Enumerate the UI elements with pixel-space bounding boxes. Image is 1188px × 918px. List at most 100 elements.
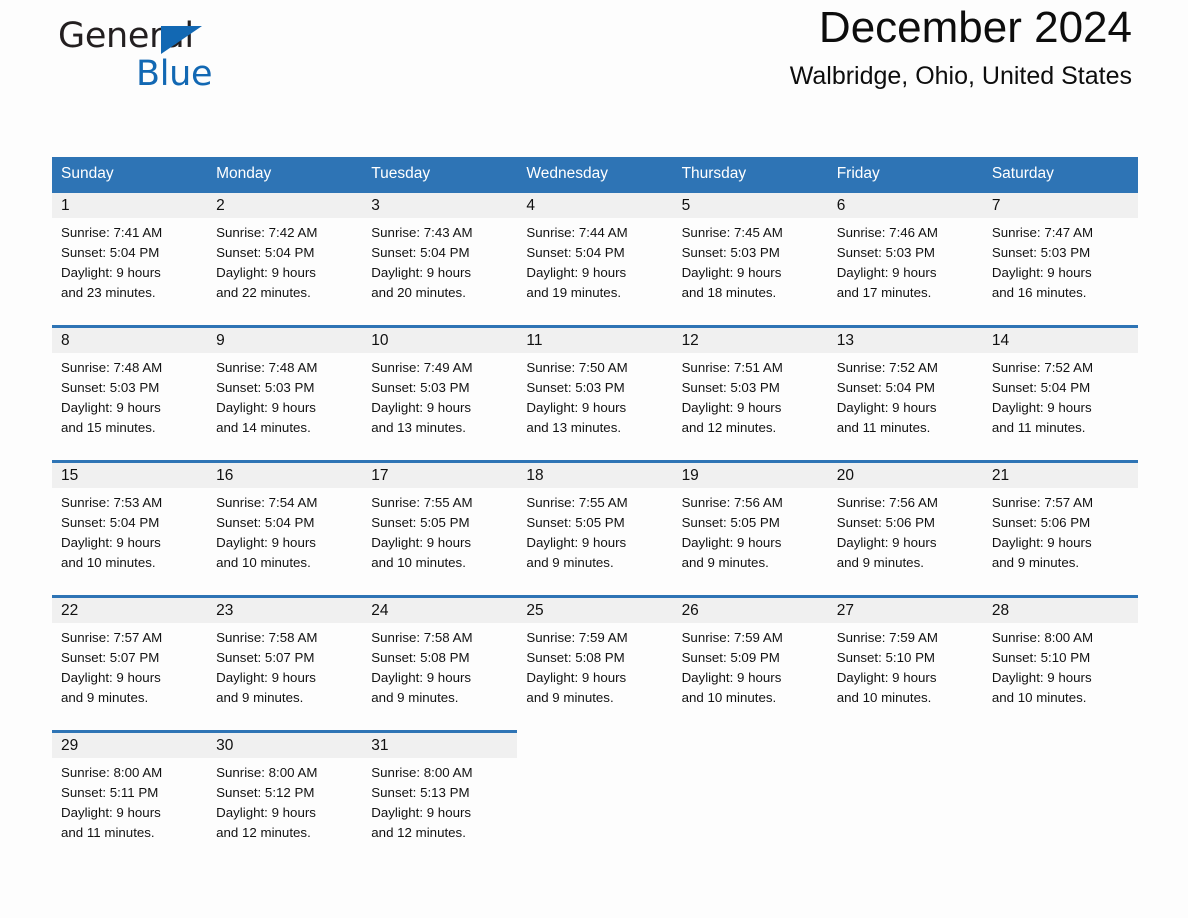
sunset-text: Sunset: 5:09 PM: [681, 650, 780, 665]
sunset-text: Sunset: 5:04 PM: [526, 245, 625, 260]
sunset-text: Sunset: 5:06 PM: [991, 515, 1091, 530]
day-details: Sunrise: 7:55 AM Sunset: 5:05 PM Dayligh…: [362, 488, 517, 573]
sunrise-text: Sunrise: 7:59 AM: [681, 630, 783, 645]
sunrise-text: Sunrise: 7:46 AM: [836, 225, 938, 240]
day-cell[interactable]: 8 Sunrise: 7:48 AM Sunset: 5:03 PM Dayli…: [52, 325, 208, 460]
day-details: Sunrise: 7:58 AM Sunset: 5:07 PM Dayligh…: [207, 623, 362, 708]
daylight-text-line2: and 10 minutes.: [216, 555, 311, 570]
day-cell[interactable]: 5 Sunrise: 7:45 AM Sunset: 5:03 PM Dayli…: [672, 190, 828, 325]
day-cell[interactable]: 24 Sunrise: 7:58 AM Sunset: 5:08 PM Dayl…: [362, 595, 518, 730]
calendar-week-row: 8 Sunrise: 7:48 AM Sunset: 5:03 PM Dayli…: [52, 325, 1138, 460]
general-blue-logo[interactable]: General Blue: [58, 16, 358, 102]
day-number: 7: [982, 193, 1138, 218]
sunset-text: Sunset: 5:10 PM: [836, 650, 936, 665]
day-cell[interactable]: 9 Sunrise: 7:48 AM Sunset: 5:03 PM Dayli…: [207, 325, 363, 460]
day-cell[interactable]: 23 Sunrise: 7:58 AM Sunset: 5:07 PM Dayl…: [207, 595, 363, 730]
day-cell[interactable]: 22 Sunrise: 7:57 AM Sunset: 5:07 PM Dayl…: [52, 595, 208, 730]
day-details: Sunrise: 7:41 AM Sunset: 5:04 PM Dayligh…: [52, 218, 207, 303]
sunrise-text: Sunrise: 8:00 AM: [216, 765, 318, 780]
sunrise-text: Sunrise: 7:57 AM: [61, 630, 163, 645]
day-number: 9: [207, 328, 363, 353]
day-cell[interactable]: 30 Sunrise: 8:00 AM Sunset: 5:12 PM Dayl…: [207, 730, 363, 865]
weekday-header-monday: Monday: [216, 165, 272, 182]
sunrise-text: Sunrise: 7:48 AM: [216, 360, 318, 375]
day-cell[interactable]: 19 Sunrise: 7:56 AM Sunset: 5:05 PM Dayl…: [672, 460, 828, 595]
day-cell[interactable]: 29 Sunrise: 8:00 AM Sunset: 5:11 PM Dayl…: [52, 730, 208, 865]
day-cell[interactable]: 7 Sunrise: 7:47 AM Sunset: 5:03 PM Dayli…: [982, 190, 1138, 325]
sunset-text: Sunset: 5:13 PM: [371, 785, 470, 800]
sunrise-text: Sunrise: 7:49 AM: [371, 360, 473, 375]
daylight-text-line2: and 10 minutes.: [61, 555, 156, 570]
day-details: Sunrise: 8:00 AM Sunset: 5:12 PM Dayligh…: [207, 758, 362, 843]
calendar-week-row: 29 Sunrise: 8:00 AM Sunset: 5:11 PM Dayl…: [52, 730, 1138, 865]
day-cell[interactable]: 28 Sunrise: 8:00 AM Sunset: 5:10 PM Dayl…: [982, 595, 1138, 730]
sunset-text: Sunset: 5:04 PM: [61, 245, 160, 260]
day-cell[interactable]: 20 Sunrise: 7:56 AM Sunset: 5:06 PM Dayl…: [827, 460, 983, 595]
calendar-week-row: 22 Sunrise: 7:57 AM Sunset: 5:07 PM Dayl…: [52, 595, 1138, 730]
sunset-text: Sunset: 5:03 PM: [991, 245, 1091, 260]
sunrise-text: Sunrise: 7:56 AM: [681, 495, 783, 510]
day-cell[interactable]: 1 Sunrise: 7:41 AM Sunset: 5:04 PM Dayli…: [52, 190, 208, 325]
day-cell[interactable]: 21 Sunrise: 7:57 AM Sunset: 5:06 PM Dayl…: [982, 460, 1138, 595]
sunset-text: Sunset: 5:05 PM: [526, 515, 625, 530]
day-details: Sunrise: 7:54 AM Sunset: 5:04 PM Dayligh…: [207, 488, 362, 573]
sunrise-text: Sunrise: 7:56 AM: [836, 495, 938, 510]
daylight-text-line2: and 9 minutes.: [991, 555, 1080, 570]
page-header: General Blue December 2024 Walbridge, Oh…: [50, 0, 1138, 110]
sunset-text: Sunset: 5:03 PM: [836, 245, 936, 260]
day-number: 1: [52, 193, 208, 218]
daylight-text-line2: and 9 minutes.: [216, 690, 304, 705]
sunrise-text: Sunrise: 7:57 AM: [991, 495, 1094, 510]
sunrise-text: Sunrise: 7:48 AM: [61, 360, 163, 375]
day-cell[interactable]: 3 Sunrise: 7:43 AM Sunset: 5:04 PM Dayli…: [362, 190, 518, 325]
day-details: Sunrise: 7:45 AM Sunset: 5:03 PM Dayligh…: [673, 218, 828, 303]
day-cell-empty: [517, 730, 672, 865]
sunrise-text: Sunrise: 8:00 AM: [991, 630, 1094, 645]
sunset-text: Sunset: 5:04 PM: [216, 515, 315, 530]
day-cell[interactable]: 27 Sunrise: 7:59 AM Sunset: 5:10 PM Dayl…: [827, 595, 983, 730]
daylight-text-line1: Daylight: 9 hours: [61, 805, 161, 820]
day-details: Sunrise: 7:42 AM Sunset: 5:04 PM Dayligh…: [207, 218, 362, 303]
daylight-text-line2: and 9 minutes.: [526, 690, 614, 705]
daylight-text-line1: Daylight: 9 hours: [61, 265, 161, 280]
day-cell[interactable]: 25 Sunrise: 7:59 AM Sunset: 5:08 PM Dayl…: [517, 595, 673, 730]
day-cell[interactable]: 6 Sunrise: 7:46 AM Sunset: 5:03 PM Dayli…: [827, 190, 983, 325]
day-cell[interactable]: 31 Sunrise: 8:00 AM Sunset: 5:13 PM Dayl…: [362, 730, 518, 865]
daylight-text-line2: and 10 minutes.: [681, 690, 777, 705]
sunset-text: Sunset: 5:07 PM: [61, 650, 160, 665]
weekday-header-wednesday: Wednesday: [526, 165, 608, 182]
day-details: Sunrise: 7:56 AM Sunset: 5:06 PM Dayligh…: [828, 488, 983, 573]
day-cell[interactable]: 18 Sunrise: 7:55 AM Sunset: 5:05 PM Dayl…: [517, 460, 673, 595]
daylight-text-line2: and 20 minutes.: [371, 285, 466, 300]
sunrise-text: Sunrise: 7:55 AM: [371, 495, 473, 510]
sunrise-text: Sunrise: 7:47 AM: [991, 225, 1094, 240]
day-cell[interactable]: 10 Sunrise: 7:49 AM Sunset: 5:03 PM Dayl…: [362, 325, 518, 460]
weekday-header-row: Sunday Monday Tuesday Wednesday Thursday…: [52, 157, 1138, 190]
sunset-text: Sunset: 5:11 PM: [61, 785, 159, 800]
daylight-text-line2: and 9 minutes.: [371, 690, 459, 705]
day-cell[interactable]: 2 Sunrise: 7:42 AM Sunset: 5:04 PM Dayli…: [207, 190, 363, 325]
daylight-text-line2: and 12 minutes.: [681, 420, 777, 435]
day-cell[interactable]: 14 Sunrise: 7:52 AM Sunset: 5:04 PM Dayl…: [982, 325, 1138, 460]
day-number: 29: [52, 733, 208, 758]
sunset-text: Sunset: 5:06 PM: [836, 515, 936, 530]
daylight-text-line2: and 17 minutes.: [836, 285, 932, 300]
day-details: Sunrise: 7:57 AM Sunset: 5:06 PM Dayligh…: [983, 488, 1138, 573]
day-cell[interactable]: 12 Sunrise: 7:51 AM Sunset: 5:03 PM Dayl…: [672, 325, 828, 460]
day-cell[interactable]: 26 Sunrise: 7:59 AM Sunset: 5:09 PM Dayl…: [672, 595, 828, 730]
day-number: 14: [982, 328, 1138, 353]
calendar-week-row: 1 Sunrise: 7:41 AM Sunset: 5:04 PM Dayli…: [52, 190, 1138, 325]
sunrise-text: Sunrise: 7:43 AM: [371, 225, 473, 240]
day-number: 19: [672, 463, 828, 488]
day-cell[interactable]: 15 Sunrise: 7:53 AM Sunset: 5:04 PM Dayl…: [52, 460, 208, 595]
day-cell[interactable]: 17 Sunrise: 7:55 AM Sunset: 5:05 PM Dayl…: [362, 460, 518, 595]
daylight-text-line1: Daylight: 9 hours: [991, 265, 1092, 280]
daylight-text-line1: Daylight: 9 hours: [526, 670, 627, 685]
daylight-text-line1: Daylight: 9 hours: [371, 265, 472, 280]
day-cell[interactable]: 4 Sunrise: 7:44 AM Sunset: 5:04 PM Dayli…: [517, 190, 673, 325]
day-cell[interactable]: 11 Sunrise: 7:50 AM Sunset: 5:03 PM Dayl…: [517, 325, 673, 460]
day-cell[interactable]: 13 Sunrise: 7:52 AM Sunset: 5:04 PM Dayl…: [827, 325, 983, 460]
sunrise-text: Sunrise: 7:59 AM: [526, 630, 628, 645]
day-cell[interactable]: 16 Sunrise: 7:54 AM Sunset: 5:04 PM Dayl…: [207, 460, 363, 595]
sunset-text: Sunset: 5:04 PM: [61, 515, 160, 530]
